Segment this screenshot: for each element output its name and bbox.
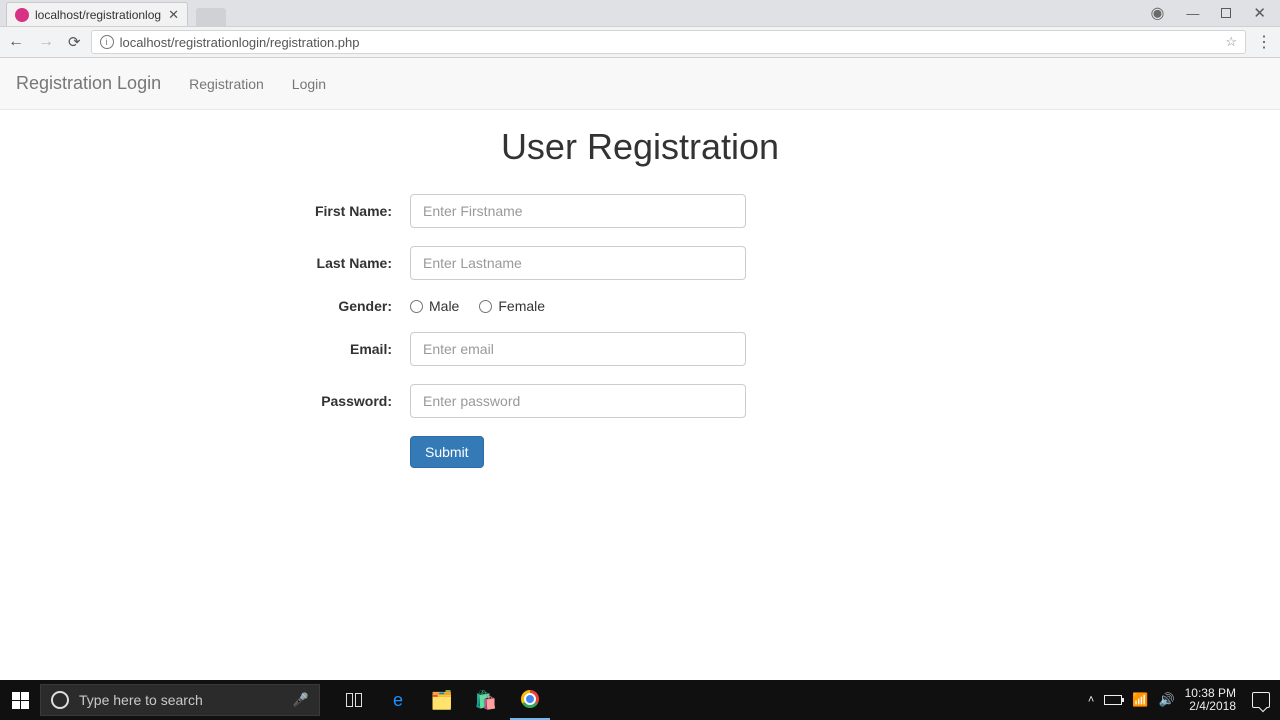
radio-female-text: Female [498, 298, 545, 314]
url-text: localhost/registrationlogin/registration… [120, 35, 360, 50]
reload-button[interactable]: ⟳ [68, 33, 81, 51]
taskbar-clock[interactable]: 10:38 PM 2/4/2018 [1185, 687, 1236, 713]
address-bar[interactable]: i localhost/registrationlogin/registrati… [91, 30, 1246, 54]
edge-icon[interactable]: e [378, 680, 418, 720]
cortana-placeholder: Type here to search [79, 692, 203, 708]
browser-tabstrip: localhost/registrationlog ✕ ◉ — ✕ [0, 0, 1280, 26]
site-navbar: Registration Login Registration Login [0, 58, 1280, 110]
browser-tab-active[interactable]: localhost/registrationlog ✕ [6, 2, 188, 26]
lastname-input[interactable] [410, 246, 746, 280]
label-password: Password: [200, 393, 410, 409]
task-view-button[interactable] [334, 680, 374, 720]
system-tray: ˄ 📶 🔊 10:38 PM 2/4/2018 [1088, 687, 1280, 713]
label-lastname: Last Name: [200, 255, 410, 271]
tab-title: localhost/registrationlog [35, 8, 162, 22]
new-tab-button[interactable] [196, 8, 226, 26]
nav-link-registration[interactable]: Registration [189, 76, 264, 92]
chrome-taskbar-icon[interactable] [510, 680, 550, 720]
close-window-button[interactable]: ✕ [1253, 4, 1266, 22]
account-icon[interactable]: ◉ [1150, 3, 1164, 23]
radio-male-label[interactable]: Male [410, 298, 459, 314]
back-button[interactable]: ← [8, 33, 24, 51]
start-button[interactable] [0, 680, 40, 720]
clock-date: 2/4/2018 [1185, 700, 1236, 713]
firstname-input[interactable] [410, 194, 746, 228]
site-info-icon[interactable]: i [100, 35, 114, 49]
windows-taskbar: Type here to search 🎤 e 🗂️ 🛍️ ˄ 📶 🔊 10:3… [0, 680, 1280, 720]
cortana-search[interactable]: Type here to search 🎤 [40, 684, 320, 716]
window-controls: ◉ — ✕ [1150, 0, 1280, 26]
forward-button[interactable]: → [38, 33, 54, 51]
close-tab-icon[interactable]: ✕ [168, 8, 179, 21]
taskbar-pinned: e 🗂️ 🛍️ [334, 680, 550, 720]
radio-male[interactable] [410, 300, 423, 313]
page-title: User Registration [0, 126, 1280, 168]
email-input[interactable] [410, 332, 746, 366]
store-icon[interactable]: 🛍️ [466, 680, 506, 720]
chrome-menu-button[interactable]: ⋮ [1256, 32, 1272, 52]
password-input[interactable] [410, 384, 746, 418]
file-explorer-icon[interactable]: 🗂️ [422, 680, 462, 720]
registration-form: First Name: Last Name: Gender: Male Fema… [200, 194, 1080, 468]
navbar-brand[interactable]: Registration Login [16, 73, 161, 94]
battery-icon[interactable] [1104, 695, 1122, 705]
nav-buttons: ← → ⟳ [8, 33, 81, 51]
volume-icon[interactable]: 🔊 [1158, 692, 1174, 708]
tray-overflow-icon[interactable]: ˄ [1088, 694, 1094, 706]
mic-icon[interactable]: 🎤 [293, 692, 309, 708]
cortana-icon [51, 691, 69, 709]
submit-button[interactable]: Submit [410, 436, 484, 468]
minimize-button[interactable]: — [1186, 6, 1199, 21]
bookmark-star-icon[interactable]: ☆ [1225, 34, 1237, 50]
browser-toolbar: ← → ⟳ i localhost/registrationlogin/regi… [0, 26, 1280, 58]
nav-link-login[interactable]: Login [292, 76, 326, 92]
wifi-icon[interactable]: 📶 [1132, 692, 1148, 708]
label-firstname: First Name: [200, 203, 410, 219]
maximize-button[interactable] [1221, 8, 1231, 18]
chrome-logo-icon [521, 690, 539, 708]
label-gender: Gender: [200, 298, 410, 314]
radio-female-label[interactable]: Female [479, 298, 545, 314]
radio-male-text: Male [429, 298, 459, 314]
radio-female[interactable] [479, 300, 492, 313]
action-center-icon[interactable] [1252, 692, 1270, 708]
favicon-icon [15, 8, 29, 22]
windows-logo-icon [12, 692, 29, 709]
page-content: User Registration First Name: Last Name:… [0, 110, 1280, 468]
label-email: Email: [200, 341, 410, 357]
